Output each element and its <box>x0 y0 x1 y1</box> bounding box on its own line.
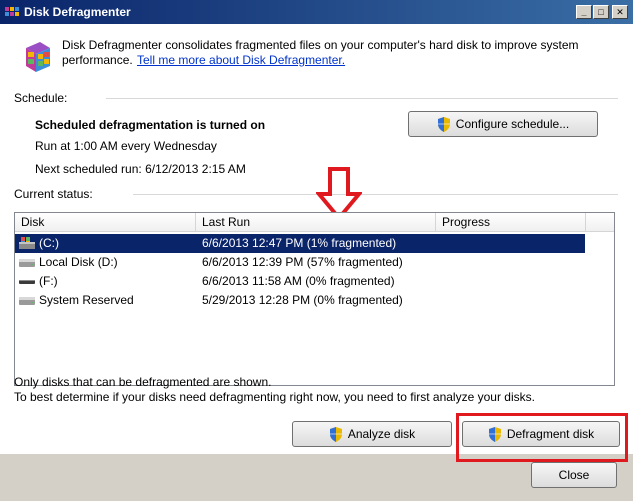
hard-drive-icon <box>19 259 35 267</box>
notes-line-1: Only disks that can be defragmented are … <box>14 375 272 389</box>
disk-row-f[interactable]: (F:) 6/6/2013 11:58 AM (0% fragmented) <box>15 272 585 291</box>
maximize-button[interactable]: □ <box>593 5 609 19</box>
disk-row-system-reserved[interactable]: System Reserved 5/29/2013 12:28 PM (0% f… <box>15 291 585 310</box>
uac-shield-icon <box>329 426 342 442</box>
column-progress[interactable]: Progress <box>436 213 586 232</box>
disk-row-d[interactable]: Local Disk (D:) 6/6/2013 12:39 PM (57% f… <box>15 253 585 272</box>
notes-line-2: To best determine if your disks need def… <box>14 390 535 404</box>
close-window-button[interactable]: ✕ <box>612 5 628 19</box>
schedule-heading: Schedule: <box>14 91 68 105</box>
disk-row-c[interactable]: (C:) 6/6/2013 12:47 PM (1% fragmented) <box>15 234 585 253</box>
defragmenter-logo-icon <box>26 42 50 72</box>
system-drive-icon <box>19 237 35 249</box>
intro-text: Disk Defragmenter consolidates fragmente… <box>62 38 579 52</box>
analyze-disk-label: Analyze disk <box>347 427 416 441</box>
window-title: Disk Defragmenter <box>24 5 131 19</box>
analyze-disk-button[interactable]: Analyze disk <box>292 421 452 447</box>
current-status-heading: Current status: <box>14 187 93 201</box>
intro-text-2: performance. <box>62 53 133 67</box>
last-run: 6/6/2013 12:47 PM (1% fragmented) <box>202 236 397 250</box>
configure-schedule-button[interactable]: Configure schedule... <box>408 111 598 137</box>
disk-name: (F:) <box>39 274 58 288</box>
status-divider <box>133 194 618 195</box>
last-run: 6/6/2013 12:39 PM (57% fragmented) <box>202 255 403 269</box>
configure-schedule-label: Configure schedule... <box>455 117 570 131</box>
minimize-icon: _ <box>581 7 587 17</box>
hard-drive-icon <box>19 297 35 305</box>
last-run: 6/6/2013 11:58 AM (0% fragmented) <box>202 274 395 288</box>
schedule-run-at: Run at 1:00 AM every Wednesday <box>35 139 217 153</box>
removable-drive-icon <box>19 280 35 284</box>
column-disk[interactable]: Disk <box>15 213 196 232</box>
uac-shield-icon <box>437 116 450 132</box>
maximize-icon: □ <box>598 7 604 17</box>
disk-name: System Reserved <box>39 293 134 307</box>
learn-more-link[interactable]: Tell me more about Disk Defragmenter. <box>137 53 345 67</box>
title-bar[interactable]: Disk Defragmenter _ □ ✕ <box>0 0 633 24</box>
minimize-button[interactable]: _ <box>576 5 592 19</box>
defragment-disk-button[interactable]: Defragment disk <box>462 421 620 447</box>
main-panel: Disk Defragmenter consolidates fragmente… <box>0 24 633 454</box>
disk-name: (C:) <box>39 236 59 250</box>
last-run: 5/29/2013 12:28 PM (0% fragmented) <box>202 293 403 307</box>
dialog-footer: Close <box>0 454 633 501</box>
disk-name: Local Disk (D:) <box>39 255 118 269</box>
schedule-status: Scheduled defragmentation is turned on <box>35 118 266 132</box>
column-last-run[interactable]: Last Run <box>196 213 436 232</box>
disk-defragmenter-window: Disk Defragmenter _ □ ✕ Disk Defragmente… <box>0 0 633 501</box>
defragment-disk-label: Defragment disk <box>506 427 595 441</box>
disk-list-header: Disk Last Run Progress <box>15 213 614 232</box>
schedule-divider <box>106 98 618 99</box>
next-scheduled-run: Next scheduled run: 6/12/2013 2:15 AM <box>35 162 246 176</box>
disk-list[interactable]: Disk Last Run Progress (C:) 6/6/2013 12:… <box>14 212 615 386</box>
close-icon: ✕ <box>616 7 624 17</box>
close-label: Close <box>558 468 590 482</box>
close-button[interactable]: Close <box>531 462 617 488</box>
uac-shield-icon <box>488 426 501 442</box>
defragmenter-app-icon <box>5 7 19 16</box>
